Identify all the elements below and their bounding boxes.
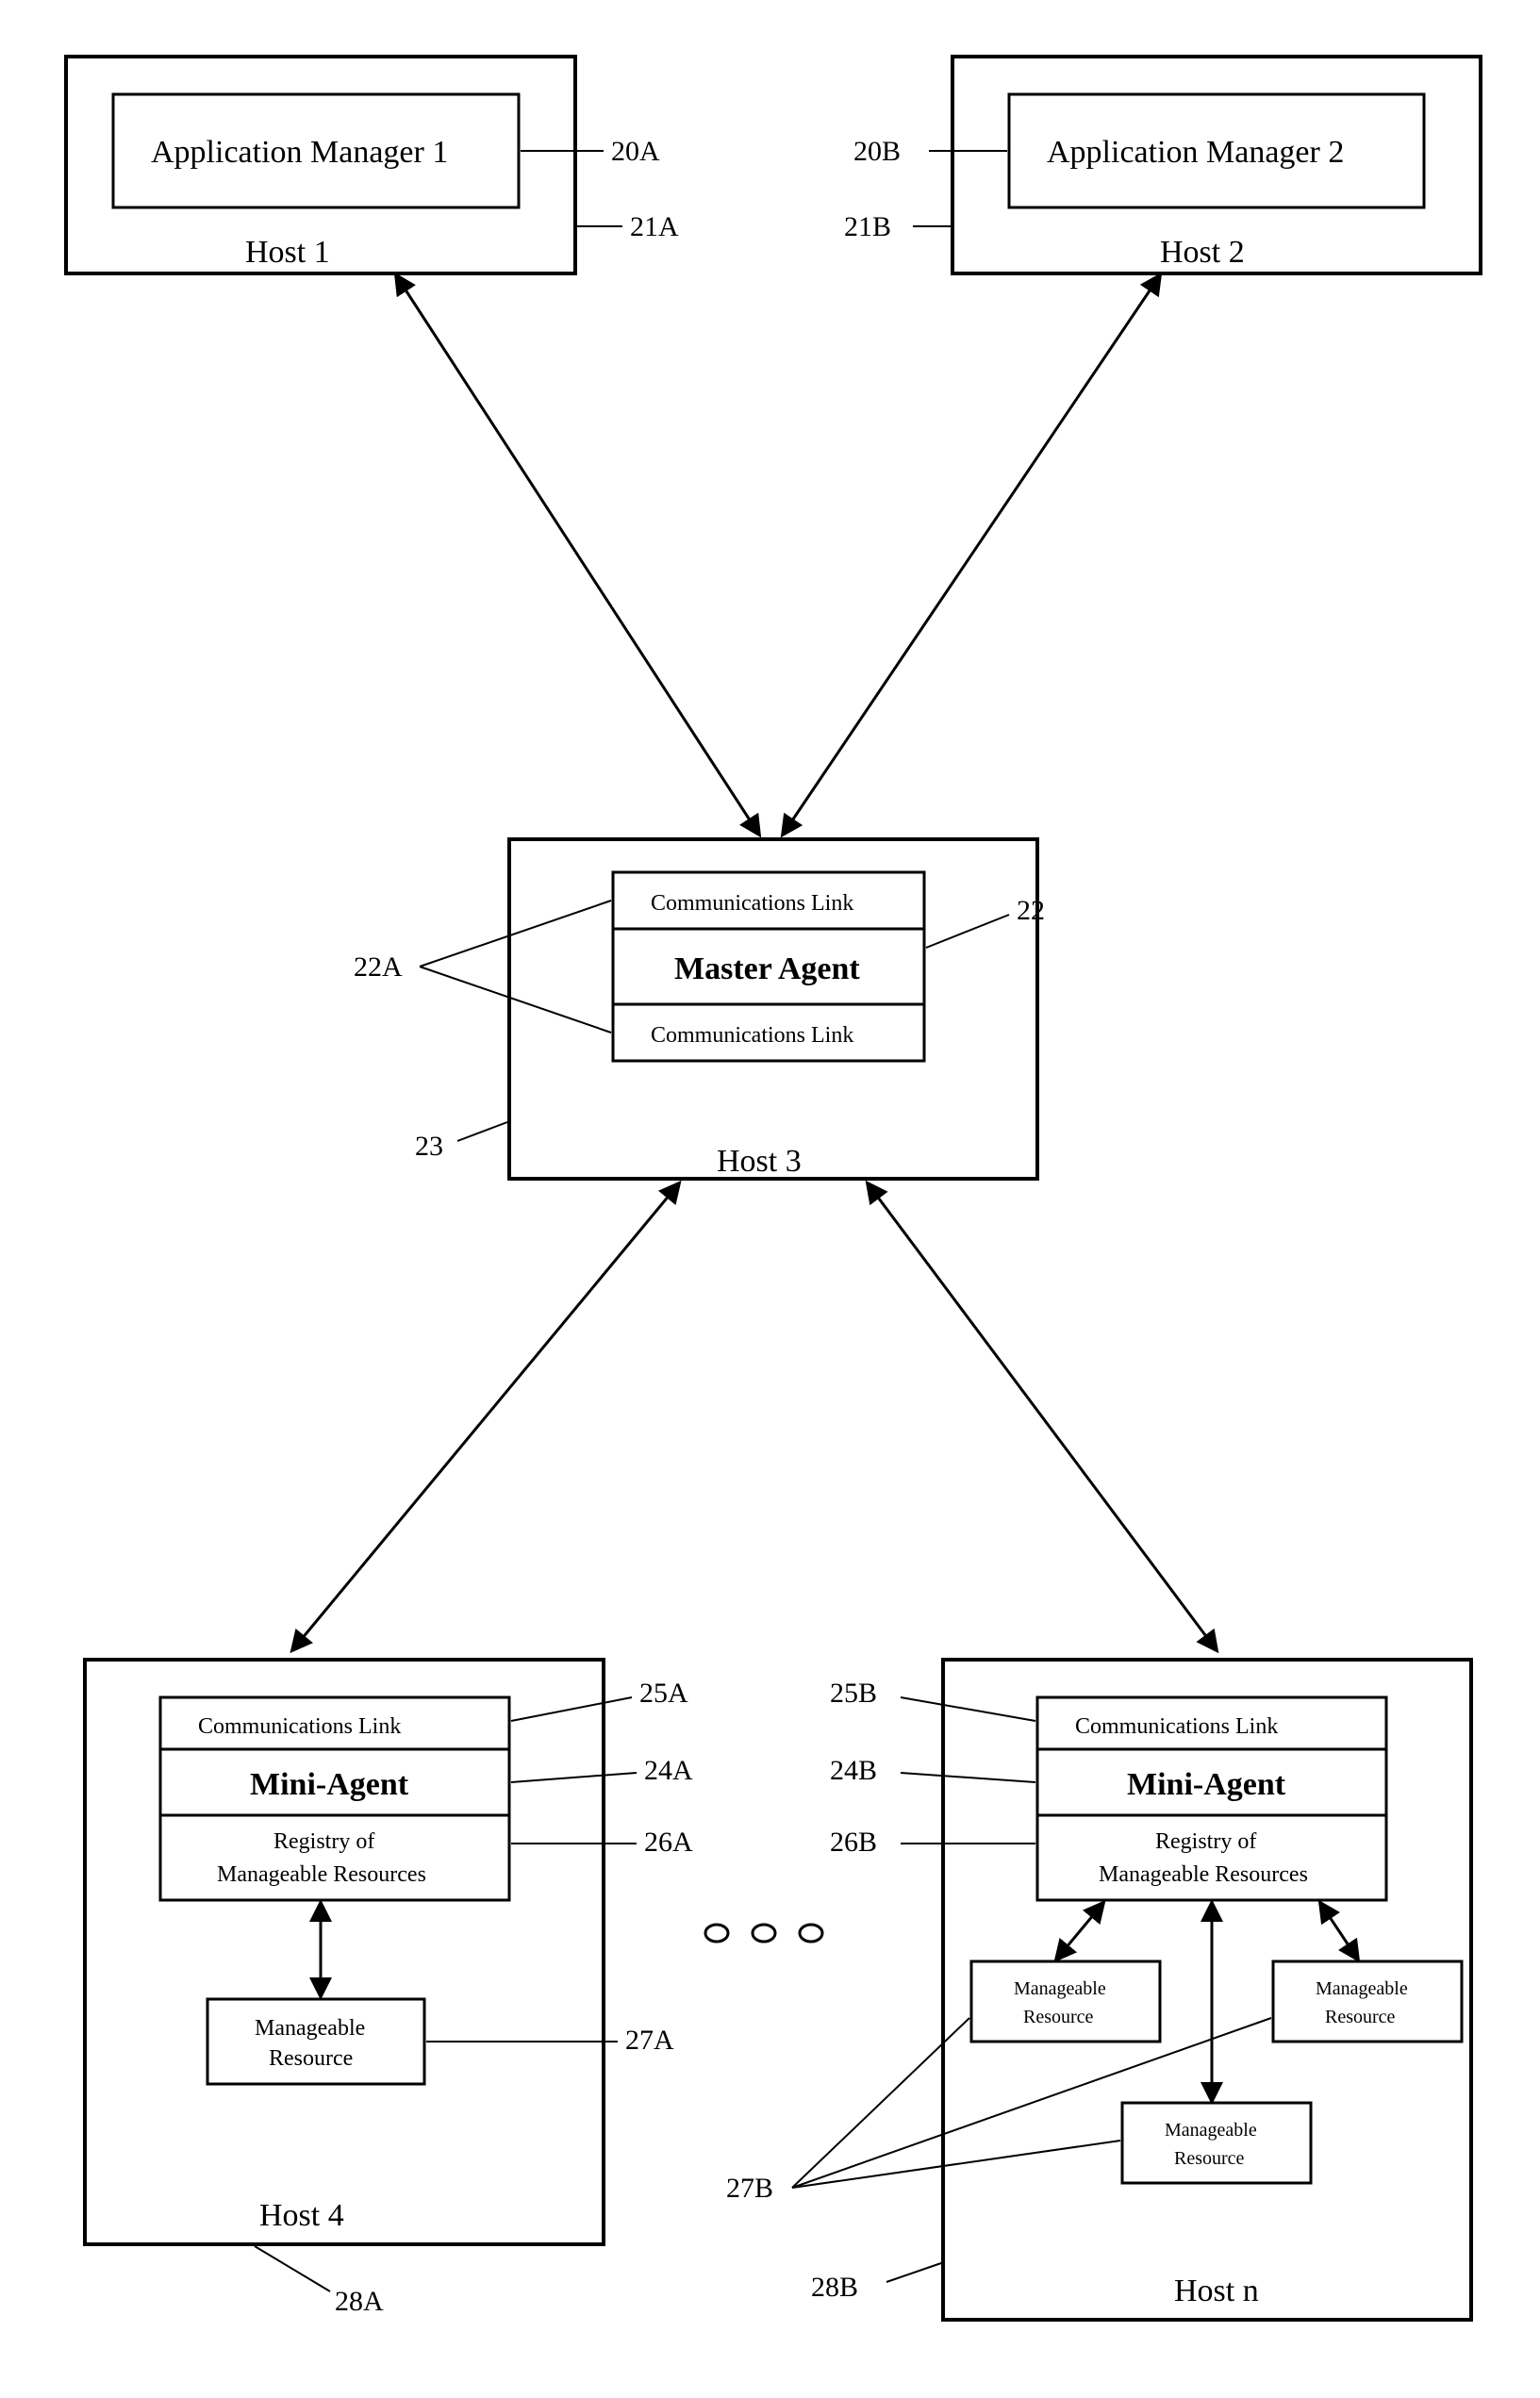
ref-25b: 25B: [830, 1678, 877, 1709]
hn-resC2: Resource: [1174, 2148, 1245, 2169]
hn-resA1: Manageable: [1014, 1978, 1106, 1999]
hn-reg1: Registry of: [1155, 1829, 1256, 1854]
h4-res1: Manageable: [255, 2016, 365, 2041]
host4-label: Host 4: [259, 2198, 344, 2233]
hn-comm: Communications Link: [1075, 1714, 1278, 1739]
ref-22: 22: [1017, 895, 1045, 926]
ref-27a: 27A: [625, 2025, 674, 2056]
ref-20b: 20B: [853, 136, 901, 167]
appmgr2-label: Application Manager 2: [1047, 135, 1344, 170]
hn-reg2: Manageable Resources: [1099, 1862, 1308, 1887]
hn-resC1: Manageable: [1165, 2120, 1257, 2141]
ref-21b: 21B: [844, 211, 891, 242]
host3-label: Host 3: [717, 1144, 802, 1179]
ref-24b: 24B: [830, 1755, 877, 1786]
h3-comm-top: Communications Link: [651, 891, 853, 916]
ref-25a: 25A: [639, 1678, 688, 1709]
ref-23: 23: [415, 1131, 443, 1162]
host1-label: Host 1: [245, 235, 330, 270]
ref-28a: 28A: [335, 2286, 384, 2317]
ref-28b: 28B: [811, 2272, 858, 2303]
h4-reg2: Manageable Resources: [217, 1862, 426, 1887]
hn-mini: Mini-Agent: [1127, 1767, 1286, 1802]
ref-24a: 24A: [644, 1755, 693, 1786]
h4-comm: Communications Link: [198, 1714, 401, 1739]
h4-mini: Mini-Agent: [250, 1767, 409, 1802]
h3-master: Master Agent: [674, 951, 860, 986]
ref-22a: 22A: [354, 951, 403, 983]
appmgr1-label: Application Manager 1: [151, 135, 448, 170]
host2-label: Host 2: [1160, 235, 1245, 270]
ref-21a: 21A: [630, 211, 679, 242]
h4-res2: Resource: [269, 2046, 353, 2071]
hn-resB1: Manageable: [1316, 1978, 1408, 1999]
ref-20a: 20A: [611, 136, 660, 167]
ref-27b: 27B: [726, 2173, 773, 2204]
hn-resB2: Resource: [1325, 2007, 1396, 2027]
ref-26b: 26B: [830, 1827, 877, 1858]
ref-26a: 26A: [644, 1827, 693, 1858]
hn-resA2: Resource: [1023, 2007, 1094, 2027]
hostn-label: Host n: [1174, 2274, 1259, 2308]
h3-comm-bot: Communications Link: [651, 1023, 853, 1048]
h4-reg1: Registry of: [273, 1829, 374, 1854]
